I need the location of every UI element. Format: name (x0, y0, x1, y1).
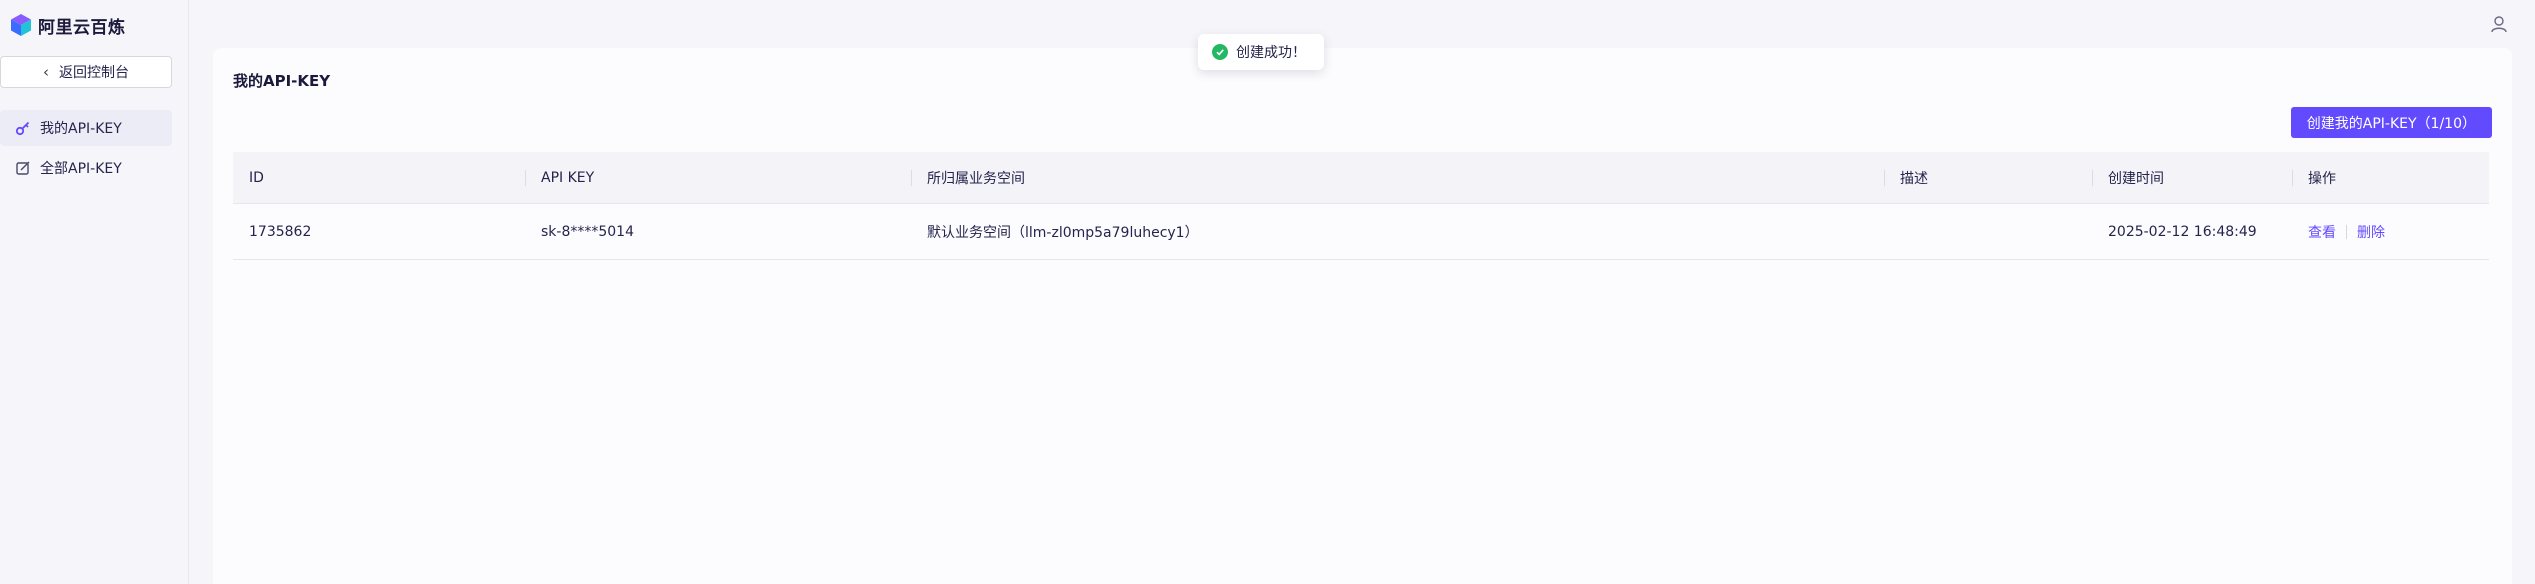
success-toast: 创建成功！ (1198, 34, 1324, 70)
chevron-left-icon: ‹ (43, 62, 49, 81)
back-to-console-button[interactable]: ‹ 返回控制台 (0, 56, 172, 88)
edit-box-icon (14, 159, 32, 177)
cell-description (1884, 204, 2092, 259)
toast-message: 创建成功！ (1236, 45, 1306, 61)
app: 阿里云百炼 ‹ 返回控制台 我的API-KEY 全部API-KEY 我的API-… (0, 0, 2535, 584)
page-title: 我的API-KEY (233, 72, 331, 90)
check-circle-icon (1212, 44, 1228, 60)
view-link[interactable]: 查看 (2308, 222, 2336, 242)
column-header-created: 创建时间 (2092, 152, 2292, 203)
sidebar-item-label: 全部API-KEY (40, 161, 122, 177)
delete-link[interactable]: 删除 (2357, 222, 2385, 242)
action-divider (2346, 224, 2347, 239)
cell-created: 2025-02-12 16:48:49 (2108, 223, 2257, 240)
column-header-workspace: 所归属业务空间 (911, 152, 1884, 203)
cell-id: 1735862 (249, 223, 312, 240)
sidebar-item-my-api-key[interactable]: 我的API-KEY (0, 110, 172, 146)
column-header-description: 描述 (1884, 152, 2092, 203)
api-key-card: 我的API-KEY 创建我的API-KEY（1/10） ID API KEY 所… (213, 48, 2512, 584)
cell-actions: 查看 删除 (2292, 204, 2489, 259)
api-key-table: ID API KEY 所归属业务空间 描述 创建时间 操作 1735862 sk… (233, 152, 2489, 260)
sidebar-item-label: 我的API-KEY (40, 121, 122, 137)
cell-api-key: sk-8****5014 (541, 223, 634, 240)
key-icon (14, 119, 32, 137)
cell-workspace: 默认业务空间（llm-zl0mp5a79luhecy1） (927, 224, 1199, 241)
column-header-actions: 操作 (2292, 152, 2489, 203)
back-to-console-label: 返回控制台 (59, 65, 129, 81)
brand-name: 阿里云百炼 (38, 17, 126, 38)
column-header-api-key: API KEY (525, 152, 911, 203)
table-row: 1735862 sk-8****5014 默认业务空间（llm-zl0mp5a7… (233, 204, 2489, 260)
brand-logo[interactable]: 阿里云百炼 (10, 12, 126, 38)
table-header: ID API KEY 所归属业务空间 描述 创建时间 操作 (233, 152, 2489, 204)
sidebar-nav: 我的API-KEY 全部API-KEY (0, 110, 172, 190)
sidebar-item-all-api-key[interactable]: 全部API-KEY (0, 150, 172, 186)
bailian-logo-icon (11, 14, 31, 36)
create-api-key-button[interactable]: 创建我的API-KEY（1/10） (2290, 107, 2492, 138)
column-header-id: ID (249, 169, 264, 186)
user-icon[interactable] (2489, 14, 2509, 34)
sidebar: 阿里云百炼 ‹ 返回控制台 我的API-KEY 全部API-KEY (0, 0, 189, 584)
